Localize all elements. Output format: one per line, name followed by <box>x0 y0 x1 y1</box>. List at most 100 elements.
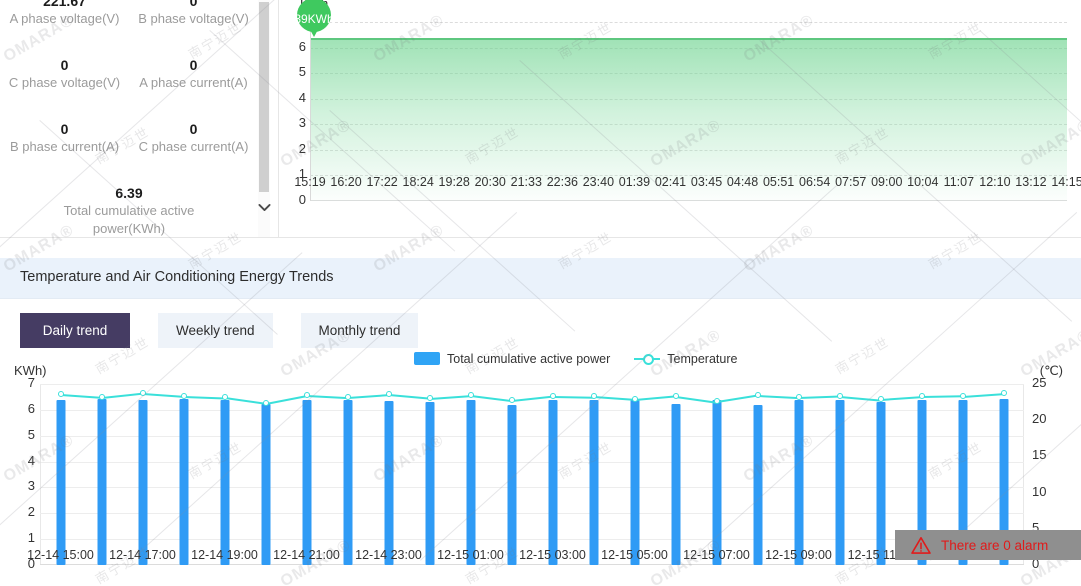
x-axis-tick-label: 23:40 <box>583 175 614 189</box>
bar-total-cumulative-active-power[interactable] <box>630 400 639 565</box>
x-axis-tick-label: 21:33 <box>511 175 542 189</box>
temperature-line-segment <box>265 395 306 405</box>
bar-total-cumulative-active-power[interactable] <box>712 400 721 565</box>
bar-total-cumulative-active-power[interactable] <box>384 401 393 565</box>
top-chart-plot-area: 0123456715:1916:2017:2218:2419:2820:3021… <box>310 22 1067 201</box>
temperature-line-segment <box>388 394 429 400</box>
y-axis-tick-label: 6 <box>284 39 306 54</box>
temperature-data-point[interactable] <box>386 391 392 397</box>
temperature-data-point[interactable] <box>468 392 474 398</box>
y-axis-tick-label: 2 <box>284 141 306 156</box>
metric-item: 0B phase current(A) <box>0 120 129 156</box>
temperature-data-point[interactable] <box>263 400 269 406</box>
metric-label: A phase current(A) <box>129 74 258 92</box>
bar-total-cumulative-active-power[interactable] <box>835 400 844 565</box>
temperature-data-point[interactable] <box>222 394 228 400</box>
left-y-axis-tick-label: 2 <box>15 504 35 519</box>
metric-label: Total cumulative active power(KWh) <box>54 202 204 238</box>
temperature-data-point[interactable] <box>1001 390 1007 396</box>
temperature-data-point[interactable] <box>673 393 679 399</box>
x-axis-tick-label: 04:48 <box>727 175 758 189</box>
bar-total-cumulative-active-power[interactable] <box>220 400 229 565</box>
temperature-data-point[interactable] <box>919 393 925 399</box>
temperature-data-point[interactable] <box>591 393 597 399</box>
x-axis-tick-label: 03:45 <box>691 175 722 189</box>
temperature-data-point[interactable] <box>140 390 146 396</box>
cumulative-active-power-chart: KWh 0123456715:1916:2017:2218:2419:2820:… <box>279 0 1081 238</box>
x-axis-tick-label: 13:12 <box>1015 175 1046 189</box>
x-axis-tick-label: 10:04 <box>907 175 938 189</box>
bar-total-cumulative-active-power[interactable] <box>794 400 803 565</box>
alarm-banner[interactable]: There are 0 alarm <box>895 530 1081 560</box>
x-axis-tick-label: 12-15 07:00 <box>683 548 750 562</box>
trend-tabs: Daily trend Weekly trend Monthly trend <box>20 313 446 348</box>
left-y-axis-tick-label: 1 <box>15 530 35 545</box>
temperature-line-segment <box>552 396 593 399</box>
bar-total-cumulative-active-power[interactable] <box>56 400 65 565</box>
right-y-axis-tick-label: 25 <box>1032 375 1058 390</box>
temperature-data-point[interactable] <box>427 395 433 401</box>
legend-line-swatch-icon <box>634 353 660 364</box>
temperature-data-point[interactable] <box>796 394 802 400</box>
bar-total-cumulative-active-power[interactable] <box>425 402 434 565</box>
metric-item: 0C phase voltage(V) <box>0 56 129 92</box>
bar-total-cumulative-active-power[interactable] <box>548 400 557 565</box>
bottom-chart-left-axis-line <box>40 384 41 565</box>
bar-total-cumulative-active-power[interactable] <box>466 400 475 565</box>
bar-total-cumulative-active-power[interactable] <box>507 405 516 565</box>
y-axis-tick-label: 3 <box>284 115 306 130</box>
x-axis-tick-label: 01:39 <box>619 175 650 189</box>
temperature-data-point[interactable] <box>960 393 966 399</box>
temperature-data-point[interactable] <box>509 397 515 403</box>
temperature-data-point[interactable] <box>837 393 843 399</box>
temperature-data-point[interactable] <box>632 396 638 402</box>
section-header: Temperature and Air Conditioning Energy … <box>0 258 1081 299</box>
temperature-line-segment <box>798 396 839 399</box>
tab-monthly-trend[interactable]: Monthly trend <box>301 313 419 348</box>
bar-total-cumulative-active-power[interactable] <box>753 405 762 565</box>
temperature-data-point[interactable] <box>755 392 761 398</box>
temperature-line-segment <box>675 396 716 404</box>
x-axis-tick-label: 22:36 <box>547 175 578 189</box>
x-axis-tick-label: 02:41 <box>655 175 686 189</box>
right-y-axis-tick-label: 10 <box>1032 484 1058 499</box>
x-axis-tick-label: 12-14 15:00 <box>27 548 94 562</box>
temperature-data-point[interactable] <box>550 393 556 399</box>
y-axis-tick-label: 5 <box>284 64 306 79</box>
temperature-data-point[interactable] <box>58 391 64 397</box>
bar-total-cumulative-active-power[interactable] <box>179 399 188 565</box>
bar-total-cumulative-active-power[interactable] <box>138 400 147 565</box>
tab-weekly-trend[interactable]: Weekly trend <box>158 313 273 348</box>
bar-total-cumulative-active-power[interactable] <box>671 404 680 565</box>
metric-item: 0B phase voltage(V) <box>129 0 258 28</box>
chevron-down-icon[interactable] <box>253 199 275 221</box>
bar-total-cumulative-active-power[interactable] <box>261 404 270 565</box>
top-chart-value-marker: 39KWh <box>297 0 331 32</box>
tab-daily-trend[interactable]: Daily trend <box>20 313 130 348</box>
temperature-line-segment <box>142 393 183 398</box>
temperature-data-point[interactable] <box>304 392 310 398</box>
temperature-data-point[interactable] <box>714 398 720 404</box>
x-axis-tick-label: 16:20 <box>330 175 361 189</box>
scrollbar-thumb[interactable] <box>259 2 269 192</box>
metric-item: 0A phase current(A) <box>129 56 258 92</box>
temperature-data-point[interactable] <box>99 394 105 400</box>
metric-value: 0 <box>129 56 258 74</box>
bar-total-cumulative-active-power[interactable] <box>589 400 598 565</box>
temperature-data-point[interactable] <box>181 393 187 399</box>
bar-total-cumulative-active-power[interactable] <box>343 400 352 565</box>
x-axis-tick-label: 12:10 <box>979 175 1010 189</box>
metric-item: 0C phase current(A) <box>129 120 258 156</box>
x-axis-tick-label: 07:57 <box>835 175 866 189</box>
bar-total-cumulative-active-power[interactable] <box>97 399 106 565</box>
temperature-data-point[interactable] <box>345 394 351 400</box>
temperature-data-point[interactable] <box>878 396 884 402</box>
metrics-panel: 221.67A phase voltage(V)0B phase voltage… <box>0 0 279 238</box>
bar-total-cumulative-active-power[interactable] <box>876 402 885 565</box>
bar-total-cumulative-active-power[interactable] <box>302 400 311 565</box>
metric-label: C phase current(A) <box>129 138 258 156</box>
x-axis-tick-label: 06:54 <box>799 175 830 189</box>
left-y-axis-tick-label: 5 <box>15 427 35 442</box>
right-y-axis-tick-label: 15 <box>1032 447 1058 462</box>
temperature-line-segment <box>183 396 224 399</box>
